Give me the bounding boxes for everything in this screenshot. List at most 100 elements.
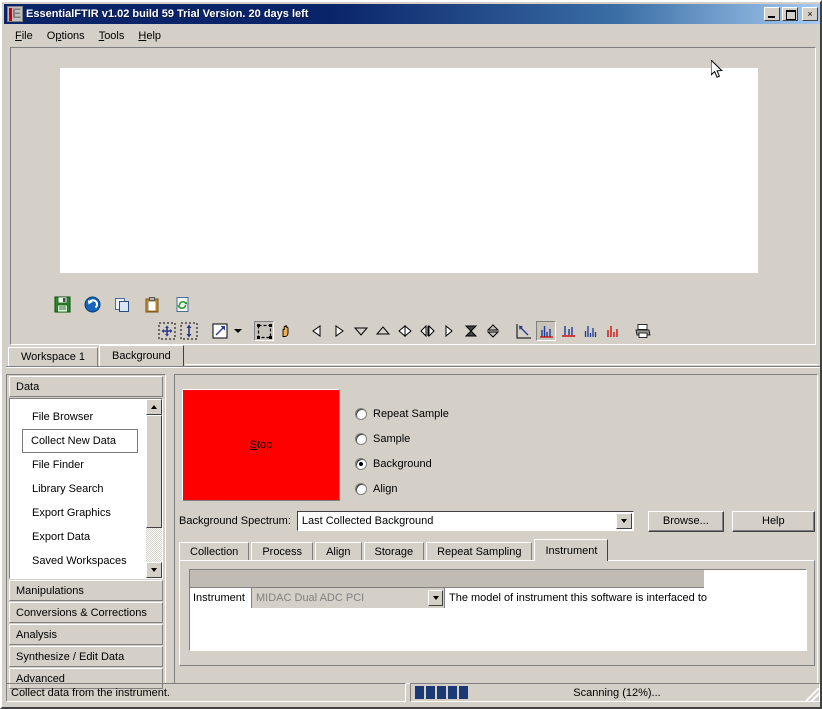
sidebar-item-export-data[interactable]: Export Data <box>24 525 138 549</box>
resize-diagonal-icon[interactable] <box>514 321 534 341</box>
background-spectrum-row: Background Spectrum: Last Collected Back… <box>179 510 815 532</box>
property-row-instrument: Instrument MIDAC Dual ADC PCI The model … <box>190 588 806 608</box>
help-button[interactable]: Help <box>731 510 815 532</box>
step-left-icon[interactable] <box>307 321 327 341</box>
minimize-button[interactable] <box>764 7 780 21</box>
maximize-button[interactable] <box>782 7 798 21</box>
vertical-scale-icon[interactable] <box>179 321 199 341</box>
sidebar-section-analysis[interactable]: Analysis <box>9 624 163 645</box>
sidebar-item-file-browser[interactable]: File Browser <box>24 405 138 429</box>
step-right-icon[interactable] <box>329 321 349 341</box>
navigation-sidebar: Data File Browser Collect New Data File … <box>6 374 166 689</box>
zoom-dropdown-caret[interactable] <box>232 321 243 341</box>
radio-align[interactable]: Align <box>355 476 449 501</box>
tab-storage[interactable]: Storage <box>363 542 425 561</box>
progress-segment <box>415 686 424 699</box>
peaks-dense-icon[interactable] <box>580 321 600 341</box>
property-name: Instrument <box>190 588 252 608</box>
refresh-icon[interactable] <box>172 294 192 314</box>
instrument-tab-panel: Instrument MIDAC Dual ADC PCI The model … <box>179 560 815 666</box>
tab-collection[interactable]: Collection <box>179 542 250 561</box>
workspace-tab-bar: Workspace 1 Background <box>8 345 818 366</box>
expand-down-icon[interactable] <box>351 321 371 341</box>
hourglass-icon[interactable] <box>461 321 481 341</box>
shift-left-icon[interactable] <box>417 321 437 341</box>
status-progress-pane: Scanning (12%)... <box>410 683 820 702</box>
sidebar-section-manipulations[interactable]: Manipulations <box>9 580 163 601</box>
shift-right-icon[interactable] <box>439 321 459 341</box>
zoom-region-icon[interactable] <box>210 321 230 341</box>
paste-icon[interactable] <box>142 294 162 314</box>
menu-bar: File Options Tools Help <box>4 26 820 45</box>
window-controls: × <box>764 7 818 21</box>
peaks-pick-icon[interactable] <box>536 321 556 341</box>
sidebar-item-export-graphics[interactable]: Export Graphics <box>24 501 138 525</box>
plot-toolbar <box>157 321 653 341</box>
radio-label: Background <box>373 457 432 470</box>
hand-grab-icon[interactable] <box>276 321 296 341</box>
scroll-up-button[interactable] <box>146 399 162 415</box>
jump-end-icon[interactable] <box>395 321 415 341</box>
app-logo-icon <box>7 6 23 22</box>
progress-segment <box>437 686 446 699</box>
tab-process[interactable]: Process <box>251 542 314 561</box>
progress-label: Scanning (12%)... <box>573 686 661 699</box>
status-bar: Collect data from the instrument. Scanni… <box>6 682 820 703</box>
background-spectrum-value: Last Collected Background <box>301 515 434 527</box>
background-spectrum-combo[interactable]: Last Collected Background <box>296 511 635 531</box>
tab-background[interactable]: Background <box>99 345 184 366</box>
status-message: Collect data from the instrument. <box>6 683 406 702</box>
sidebar-item-saved-workspaces[interactable]: Saved Workspaces <box>24 549 138 573</box>
expand-up-icon[interactable] <box>373 321 393 341</box>
instrument-select[interactable]: MIDAC Dual ADC PCI <box>252 588 445 608</box>
file-toolbar <box>52 294 192 314</box>
sidebar-scrollbar[interactable] <box>146 399 162 578</box>
select-box-icon[interactable] <box>254 321 274 341</box>
sidebar-item-file-finder[interactable]: File Finder <box>24 453 138 477</box>
sidebar-section-data[interactable]: Data <box>9 376 163 397</box>
chevron-down-icon[interactable] <box>428 590 443 606</box>
scrollbar-track[interactable] <box>146 415 162 562</box>
radio-label: Align <box>373 482 398 495</box>
tab-workspace-1[interactable]: Workspace 1 <box>8 347 98 366</box>
sidebar-item-collect-new-data[interactable]: Collect New Data <box>22 429 138 453</box>
radio-indicator-selected <box>355 457 367 470</box>
sidebar-section-conversions[interactable]: Conversions & Corrections <box>9 602 163 623</box>
peaks-red-icon[interactable] <box>602 321 622 341</box>
undo-icon[interactable] <box>82 294 102 314</box>
progress-segment <box>426 686 435 699</box>
pan-move-icon[interactable] <box>157 321 177 341</box>
progress-bar <box>415 686 537 699</box>
scroll-down-button[interactable] <box>146 562 162 578</box>
radio-repeat-sample[interactable]: Repeat Sample <box>355 401 449 426</box>
tab-align[interactable]: Align <box>315 542 362 561</box>
tab-repeat-sampling[interactable]: Repeat Sampling <box>426 542 533 561</box>
progress-segment <box>459 686 468 699</box>
stop-button[interactable]: Stop <box>182 389 340 501</box>
browse-button[interactable]: Browse... <box>648 510 724 532</box>
tab-instrument[interactable]: Instrument <box>534 539 609 561</box>
title-bar: EssentialFTIR v1.02 build 59 Trial Versi… <box>4 4 820 24</box>
save-icon[interactable] <box>52 294 72 314</box>
sidebar-item-library-search[interactable]: Library Search <box>24 477 138 501</box>
close-button[interactable]: × <box>802 7 818 21</box>
collect-data-panel: Stop Repeat Sample Sample Background Ali… <box>174 374 818 684</box>
sidebar-section-synthesize[interactable]: Synthesize / Edit Data <box>9 646 163 667</box>
menu-tools[interactable]: Tools <box>92 28 132 44</box>
spectrum-plot-canvas[interactable] <box>60 68 758 273</box>
radio-background[interactable]: Background <box>355 451 449 476</box>
resize-grip[interactable] <box>805 688 819 702</box>
instrument-value: MIDAC Dual ADC PCI <box>256 592 365 604</box>
print-icon[interactable] <box>633 321 653 341</box>
peaks-blue-icon[interactable] <box>558 321 578 341</box>
chevron-down-icon[interactable] <box>616 513 633 529</box>
radio-indicator <box>355 432 367 445</box>
radio-sample[interactable]: Sample <box>355 426 449 451</box>
radio-label: Repeat Sample <box>373 407 449 420</box>
menu-file[interactable]: File <box>8 28 40 44</box>
copy-icon[interactable] <box>112 294 132 314</box>
updown-arrows-icon[interactable] <box>483 321 503 341</box>
menu-options[interactable]: Options <box>40 28 92 44</box>
scrollbar-thumb[interactable] <box>146 415 162 528</box>
menu-help[interactable]: Help <box>131 28 168 44</box>
